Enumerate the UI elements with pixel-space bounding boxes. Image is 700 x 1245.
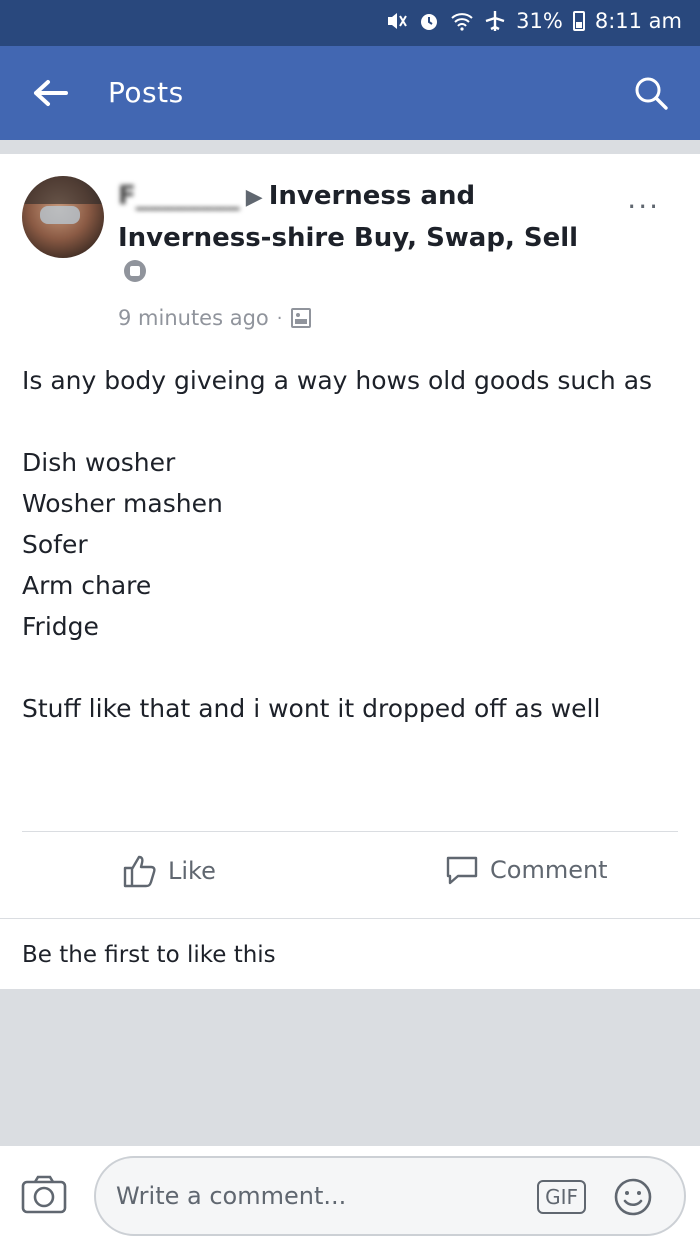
post-actions: Like Comment: [0, 832, 700, 918]
body-line: Sofer: [22, 530, 88, 559]
meta-separator: ·: [276, 307, 283, 329]
body-line: Stuff like that and i wont it dropped of…: [22, 694, 601, 723]
post-header: F________ ▶ Inverness and Inverness-shire …: [118, 176, 598, 298]
comment-bubble-icon: [446, 856, 478, 885]
comment-input[interactable]: [116, 1176, 516, 1216]
empty-comments-area: [0, 989, 700, 1146]
airplane-icon: [485, 11, 505, 31]
gif-button[interactable]: GIF: [537, 1180, 586, 1214]
likes-divider: [0, 918, 700, 919]
body-line: [22, 401, 672, 442]
alarm-icon: [421, 14, 438, 30]
camera-icon: [21, 1175, 67, 1214]
like-label: Like: [168, 857, 216, 885]
feed-divider: [0, 140, 700, 154]
status-icons: 31% 8:11 am: [386, 9, 682, 33]
battery-percent: 31%: [516, 9, 563, 33]
comment-button[interactable]: Comment: [444, 854, 608, 886]
search-icon: [635, 77, 668, 110]
search-button[interactable]: [632, 74, 670, 112]
body-line: Is any body giveing a way hows old goods…: [22, 366, 653, 395]
post-meta: 9 minutes ago ·: [118, 306, 311, 330]
mute-icon: [388, 13, 407, 29]
emoji-icon: [614, 1178, 652, 1216]
camera-button[interactable]: [20, 1174, 68, 1216]
likes-summary: Be the first to like this: [22, 942, 276, 968]
page-title: Posts: [108, 76, 184, 109]
post-timestamp[interactable]: 9 minutes ago: [118, 306, 269, 330]
body-line: Fridge: [22, 612, 99, 641]
privacy-icon: [290, 308, 311, 328]
like-button[interactable]: Like: [122, 854, 216, 888]
arrow-right-icon: ▶: [245, 185, 263, 210]
emoji-button[interactable]: [612, 1176, 654, 1218]
back-button[interactable]: [32, 76, 72, 110]
comment-input-box[interactable]: GIF: [94, 1156, 686, 1236]
thumbs-up-icon: [123, 855, 156, 888]
body-line: Dish wosher: [22, 448, 176, 477]
battery-icon: [572, 11, 585, 31]
wifi-icon: [451, 13, 473, 31]
clock-time: 8:11 am: [594, 9, 682, 33]
status-bar: 31% 8:11 am: [0, 0, 700, 46]
app-bar: Posts: [0, 46, 700, 140]
comment-composer: GIF: [0, 1146, 700, 1245]
back-arrow-icon: [34, 80, 68, 106]
body-line: Arm chare: [22, 571, 152, 600]
more-options-button[interactable]: ...: [627, 182, 660, 215]
post-card: F________ ▶ Inverness and Inverness-shire …: [0, 154, 700, 989]
group-icon: [124, 260, 146, 282]
avatar[interactable]: [22, 176, 104, 258]
body-line: [22, 647, 672, 688]
post-body: Is any body giveing a way hows old goods…: [22, 360, 672, 729]
author-name[interactable]: F________: [118, 176, 240, 216]
comment-label: Comment: [490, 856, 608, 884]
body-line: Wosher mashen: [22, 489, 223, 518]
